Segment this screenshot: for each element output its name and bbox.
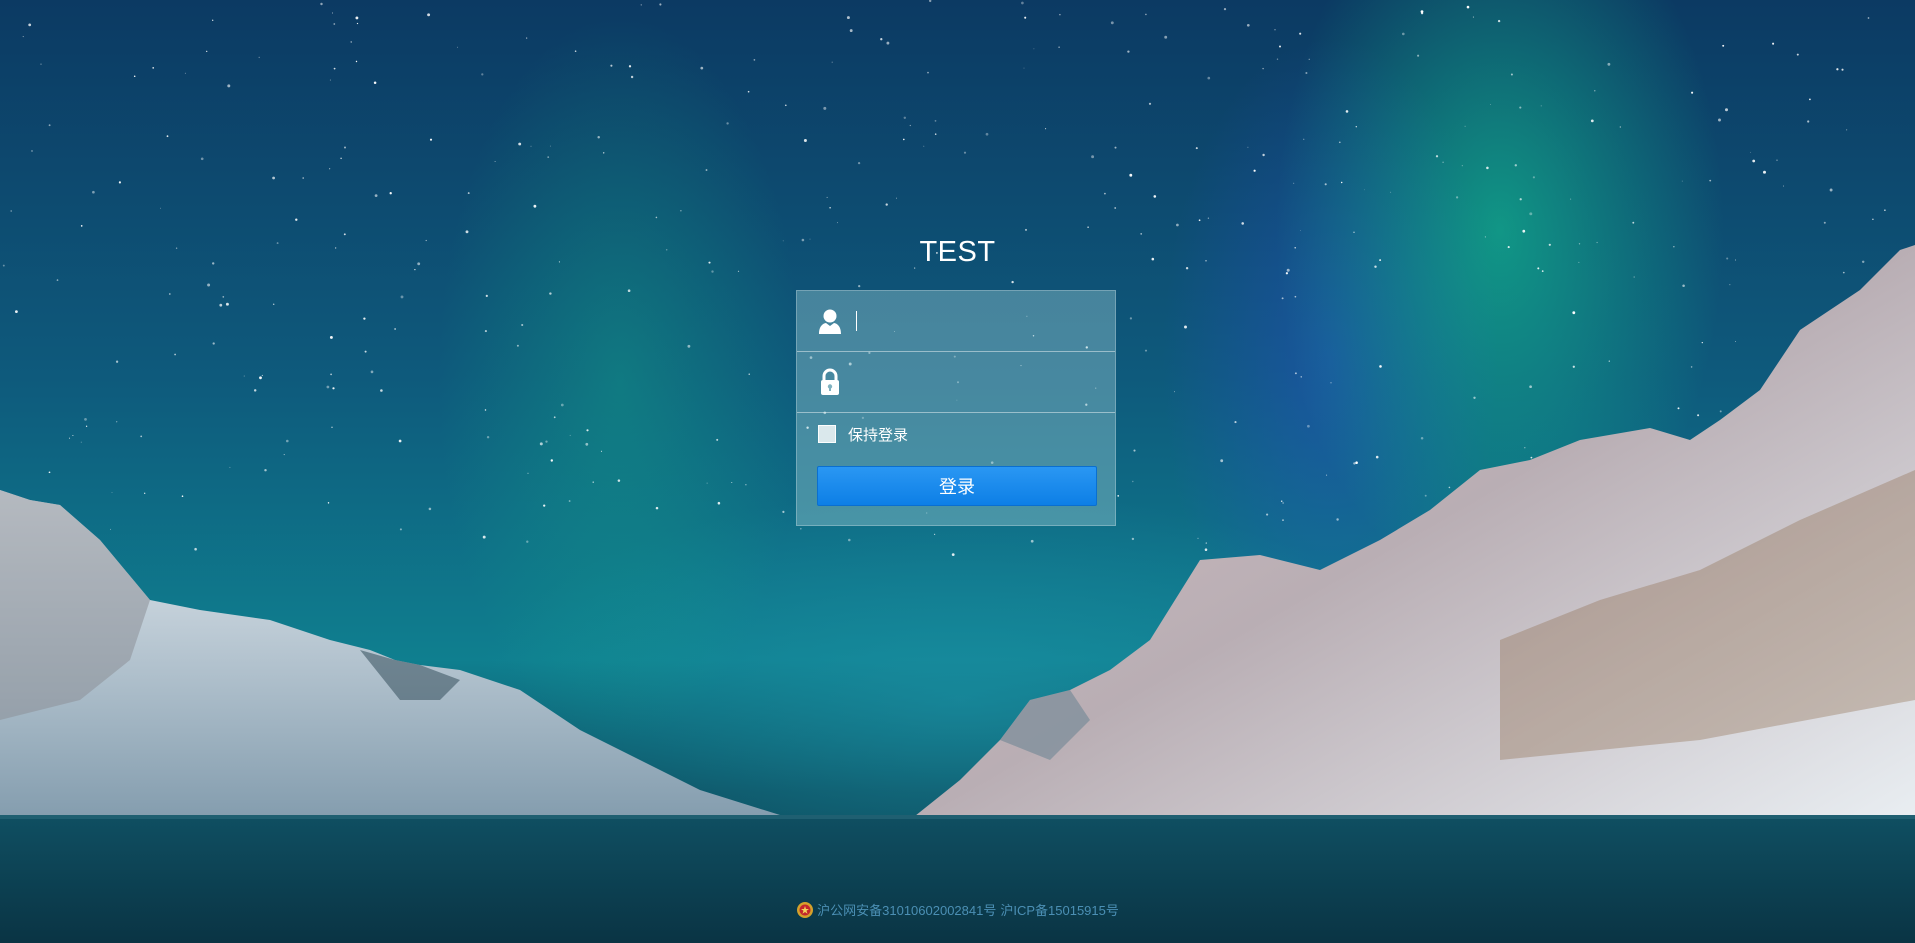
remember-checkbox[interactable] (818, 425, 836, 443)
police-emblem-icon (797, 901, 814, 918)
username-input[interactable] (855, 305, 1099, 339)
footer: 沪公网安备31010602002841号 沪ICP备15015915号 (0, 900, 1915, 919)
username-field (797, 291, 1115, 352)
police-record-link[interactable]: 沪公网安备31010602002841号 (817, 900, 996, 919)
user-icon (819, 309, 841, 334)
remember-label: 保持登录 (848, 426, 909, 444)
lock-icon (821, 368, 839, 395)
icp-record-link[interactable]: 沪ICP备15015915号 (1000, 900, 1119, 919)
password-input[interactable] (855, 366, 1099, 400)
login-panel: 保持登录 登录 (796, 290, 1116, 526)
login-button[interactable]: 登录 (817, 466, 1097, 506)
password-field (797, 352, 1115, 413)
text-cursor (856, 311, 857, 331)
remember-me[interactable]: 保持登录 (818, 423, 908, 445)
app-title: TEST (919, 236, 996, 268)
